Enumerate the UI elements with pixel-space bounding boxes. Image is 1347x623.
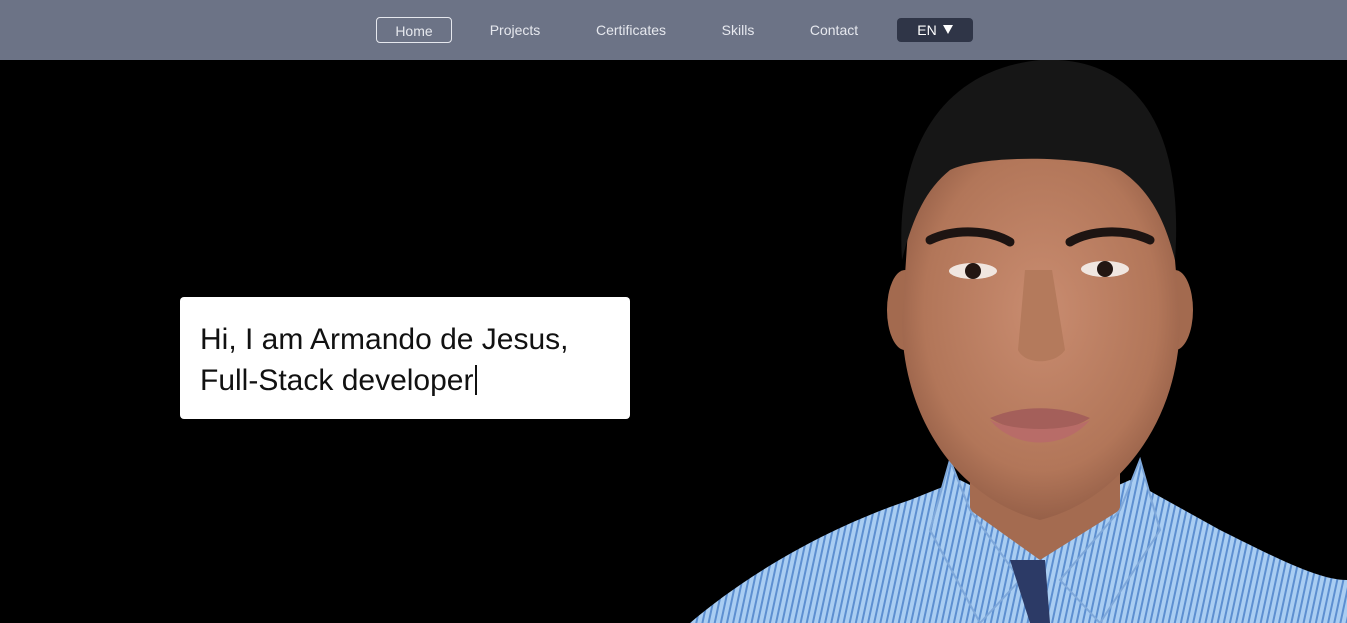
nav-projects-link[interactable]: Projects (478, 17, 552, 43)
language-label: EN (917, 22, 937, 38)
nav-certificates-link[interactable]: Certificates (586, 17, 676, 43)
intro-greeting: Hi, I am Armando de Jesus, (200, 323, 569, 356)
nav-skills-link[interactable]: Skills (712, 17, 764, 43)
profile-photo (690, 60, 1347, 623)
nav-home-link[interactable]: Home (376, 17, 452, 43)
top-navbar: Home Projects Certificates Skills Contac… (0, 0, 1347, 60)
intro-text-box: Hi, I am Armando de Jesus, Full-Stack de… (180, 297, 630, 419)
typing-cursor (475, 365, 478, 395)
intro-role: Full-Stack developer (200, 364, 474, 397)
hero-section: Hi, I am Armando de Jesus, Full-Stack de… (0, 60, 1347, 623)
nav-contact-link[interactable]: Contact (800, 17, 868, 43)
language-dropdown[interactable]: EN (897, 18, 973, 42)
caret-down-icon (942, 25, 953, 34)
